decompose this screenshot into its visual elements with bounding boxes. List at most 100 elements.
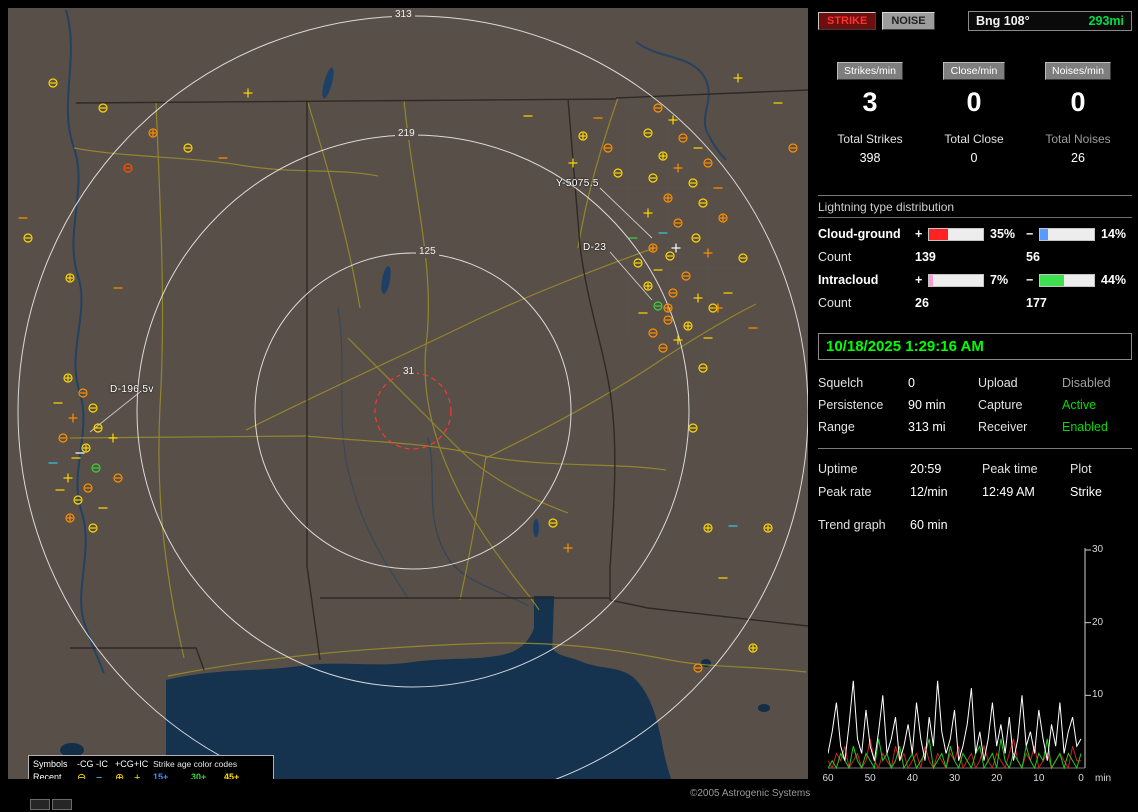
status-cell: Range xyxy=(818,420,855,434)
status-cell: Disabled xyxy=(1062,376,1111,390)
lightning-map[interactable]: 313 219 125 31 Y-5075.5 D-23 D-196.5v Sy… xyxy=(8,8,808,779)
rates-section: Strikes/min 3 Total Strikes 398 Close/min 0 To… xyxy=(818,61,1132,165)
rate-column: Noises/min 0 Total Noises 26 xyxy=(1026,61,1130,165)
storm-tracks xyxy=(89,187,653,433)
stats-cell: 20:59 xyxy=(910,462,942,476)
strike-symbol-ncg xyxy=(23,233,33,243)
status-cell: Capture xyxy=(978,398,1023,412)
x-tick-label: 20 xyxy=(991,773,1003,784)
minus-sign: − xyxy=(1026,273,1034,287)
status-cell: 0 xyxy=(908,376,915,390)
negative-percentage: 44% xyxy=(1101,273,1127,287)
legend-grid: Symbols -CG -IC +CG +IC Strike age color code… xyxy=(33,758,269,779)
strike-symbol-ncg xyxy=(665,251,675,261)
strike-symbol-pic xyxy=(243,88,253,98)
divider xyxy=(818,195,1132,196)
bottom-left-button[interactable] xyxy=(52,799,72,810)
mississippi-river xyxy=(65,9,105,674)
noise-toggle-button[interactable]: NOISE xyxy=(882,12,935,30)
total-value: 26 xyxy=(1071,151,1085,165)
total-label: Total Noises xyxy=(1045,132,1111,146)
strike-symbol-ncg xyxy=(688,423,698,433)
road-i85 xyxy=(485,303,757,459)
trend-graph-plot: 30 20 10 60 50 40 30 20 10 0 min xyxy=(822,542,1128,794)
strike-symbol-pic xyxy=(63,473,73,483)
bearing-label: Bng 108° xyxy=(976,14,1030,28)
strike-symbol-pcg xyxy=(148,128,158,138)
rate-value: 0 xyxy=(1070,87,1086,117)
distribution-bar-fill xyxy=(929,228,948,240)
strike-symbol-ncg xyxy=(78,388,88,398)
strike-symbol-pcg xyxy=(658,151,668,161)
stats-cell: Strike xyxy=(1070,485,1102,499)
legend-symbol-header: -IC xyxy=(96,759,108,769)
strike-symbol-pic xyxy=(568,158,578,168)
road xyxy=(577,97,619,249)
legend-age-code: 45+ xyxy=(224,772,240,779)
rate-value: 0 xyxy=(966,87,982,117)
rate-column: Strikes/min 3 Total Strikes 398 xyxy=(818,61,922,165)
panel-topbar: STRIKE NOISE Bng 108° 293mi xyxy=(818,10,1132,32)
lake xyxy=(758,704,770,712)
strike-symbol-ncg xyxy=(183,143,193,153)
status-cell: 90 min xyxy=(908,398,946,412)
strike-symbol-pcg xyxy=(81,443,91,453)
lake xyxy=(701,659,711,667)
legend-symbol-glyph: ⊕ xyxy=(115,771,125,780)
status-cell: Upload xyxy=(978,376,1018,390)
negative-count: 56 xyxy=(1026,250,1040,264)
distribution-row-name: Cloud-ground xyxy=(818,227,901,241)
border-tennessee xyxy=(75,98,617,104)
status-cell: Squelch xyxy=(818,376,864,390)
strike-symbol-pic xyxy=(703,248,713,258)
distribution-title: Lightning type distribution xyxy=(818,200,1132,218)
x-axis-unit-label: min xyxy=(1095,773,1112,784)
rate-header-button[interactable]: Close/min xyxy=(943,62,1005,80)
legend-age-title: Strike age color codes xyxy=(153,759,238,769)
status-cell: Persistence xyxy=(818,398,884,412)
distribution-grid: Cloud-ground +35% −14% Count 139 56 Intracloud… xyxy=(818,227,1132,310)
range-ring-label: 313 xyxy=(392,9,415,21)
total-value: 398 xyxy=(859,151,881,165)
strike-symbol-ncg xyxy=(688,178,698,188)
stats-cell: 12/min xyxy=(910,485,948,499)
road-us82 xyxy=(69,435,307,439)
positive-percentage: 35% xyxy=(990,227,1016,241)
road xyxy=(73,147,379,177)
range-ring-219 xyxy=(136,134,690,688)
trend-series-intracloud xyxy=(828,738,1082,770)
distribution-bar-fill xyxy=(1040,274,1064,286)
divider xyxy=(818,448,1132,449)
distribution-bar xyxy=(1039,227,1095,241)
tombigbee-river xyxy=(337,307,409,599)
state-borders xyxy=(70,89,808,671)
strike-symbol-pic xyxy=(733,73,743,83)
bottom-left-button[interactable] xyxy=(30,799,50,810)
legend-symbol-glyph: − xyxy=(96,771,103,780)
strike-symbol-ncg xyxy=(698,198,708,208)
strike-symbol-ncg xyxy=(88,523,98,533)
positive-count: 139 xyxy=(915,250,936,264)
strike-symbol-pic xyxy=(68,413,78,423)
legend-symbol-header: -CG xyxy=(77,759,94,769)
bearing-readout: Bng 108° 293mi xyxy=(968,11,1132,31)
trend-graph: 30 20 10 60 50 40 30 20 10 0 min xyxy=(818,542,1130,794)
rate-header-button[interactable]: Noises/min xyxy=(1045,62,1111,80)
rate-header-button[interactable]: Strikes/min xyxy=(837,62,903,80)
negative-count: 177 xyxy=(1026,296,1047,310)
strike-symbol-pcg xyxy=(718,213,728,223)
total-label: Total Close xyxy=(944,132,1004,146)
strike-symbol-ncg xyxy=(698,363,708,373)
strike-symbol-pic xyxy=(671,243,681,253)
water-layer xyxy=(60,9,770,779)
legend-age-code: 15+ xyxy=(153,772,169,779)
legend-symbols-header: Symbols xyxy=(33,759,68,769)
stats-cell: Plot xyxy=(1070,462,1092,476)
distribution-bar xyxy=(1039,273,1095,287)
strike-symbol-pcg xyxy=(63,373,73,383)
lake xyxy=(381,266,391,294)
strike-toggle-button[interactable]: STRIKE xyxy=(818,12,877,30)
copyright-text: ©2005 Astrogenic Systems xyxy=(690,788,811,799)
lake xyxy=(322,67,334,99)
status-cell: Receiver xyxy=(978,420,1028,434)
